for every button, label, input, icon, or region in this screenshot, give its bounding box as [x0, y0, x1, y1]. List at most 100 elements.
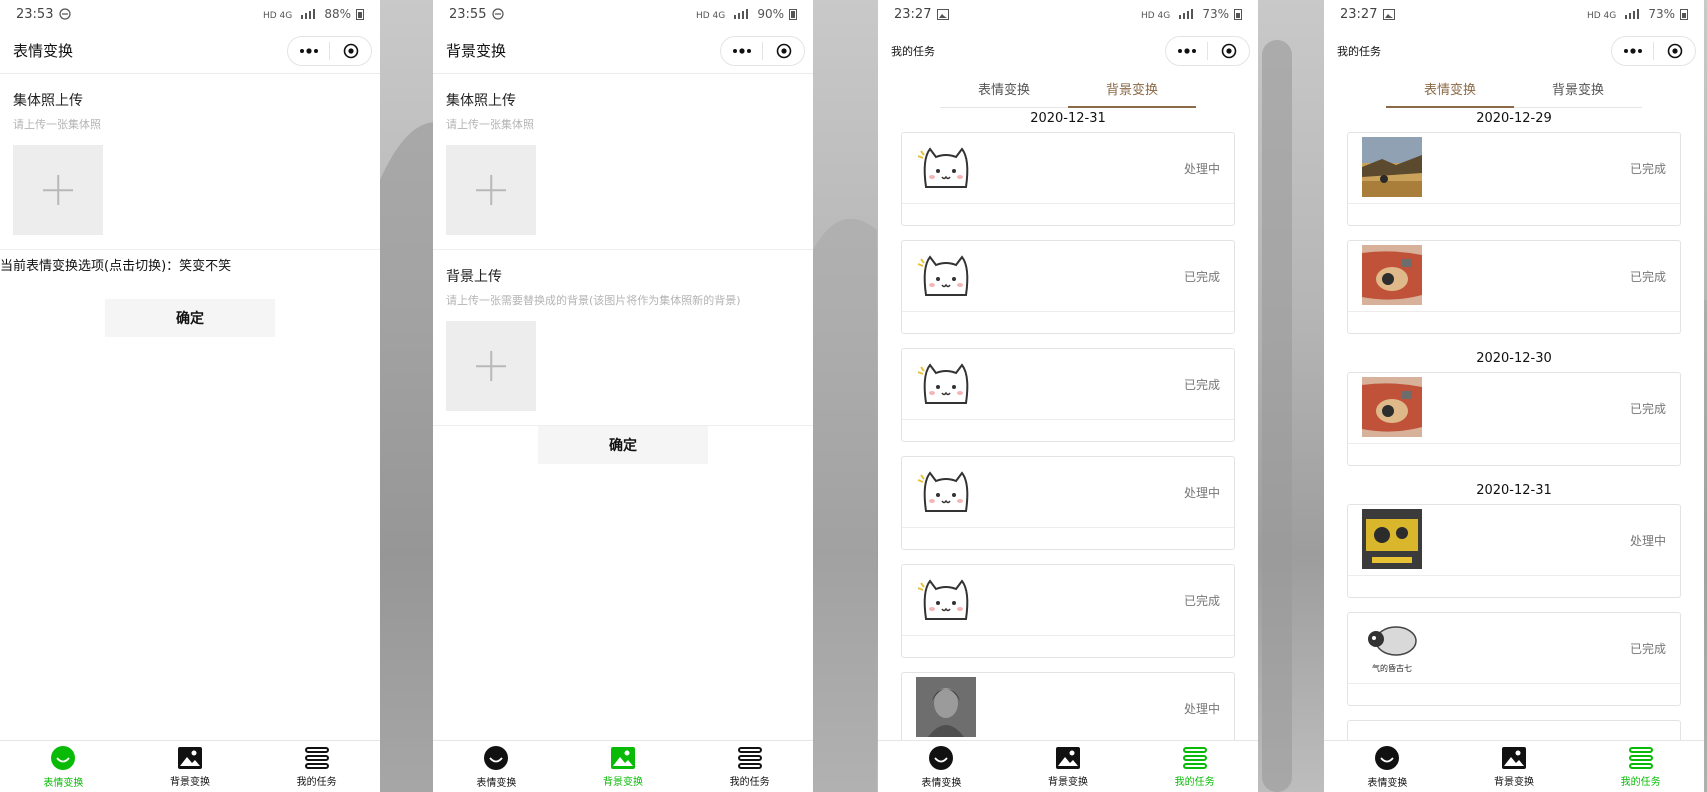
task-card[interactable]: 已完成	[1347, 372, 1681, 466]
tab-label: 我的任务	[1174, 776, 1215, 788]
poster-photo-thumbnail	[1362, 245, 1422, 305]
target-circle-icon	[776, 43, 791, 58]
close-program-button[interactable]	[763, 37, 804, 65]
penguin-sticker-thumbnail: 气的昏古七	[1362, 617, 1422, 677]
svg-text:HD 4G: HD 4G	[263, 11, 292, 20]
image-icon	[1502, 746, 1526, 769]
group-photo-upload-button[interactable]	[13, 145, 103, 235]
status-bar: 23:53 HD 4G 88%	[0, 0, 380, 28]
task-card[interactable]: 已完成	[1347, 240, 1681, 334]
battery-icon	[356, 9, 364, 20]
tab-background-tasks[interactable]: 背景变换	[1514, 78, 1642, 108]
mini-program-capsule	[287, 35, 372, 66]
upload-title: 集体照上传	[13, 93, 83, 109]
status-time: 23:55	[449, 6, 487, 22]
task-card[interactable]: 处理中	[1347, 504, 1681, 598]
bottom-tab-bar: 表情变换 背景变换 我的任务	[0, 740, 380, 792]
tab-my-tasks[interactable]: 我的任务	[686, 741, 813, 792]
yellow-poster-thumbnail	[1362, 509, 1422, 569]
smile-icon	[484, 745, 509, 770]
tab-my-tasks[interactable]: 我的任务	[1577, 741, 1704, 792]
page-title: 我的任务	[1337, 45, 1381, 58]
task-card[interactable]: 已完成	[901, 240, 1235, 334]
more-dots-icon	[299, 47, 318, 54]
tab-expression[interactable]: 表情变换	[878, 741, 1005, 792]
confirm-button[interactable]: 确定	[105, 299, 275, 337]
task-status: 已完成	[1183, 270, 1220, 284]
tab-my-tasks[interactable]: 我的任务	[253, 741, 380, 792]
task-status: 处理中	[1183, 162, 1220, 176]
task-card[interactable]: 已完成	[901, 564, 1235, 658]
more-dots-icon	[1177, 48, 1196, 54]
signal-icons: HD 4G	[696, 9, 749, 20]
task-card[interactable]: 已完成	[1347, 132, 1681, 226]
tab-label: 我的任务	[729, 776, 770, 788]
battery-icon	[1680, 9, 1688, 20]
tab-expression[interactable]: 表情变换	[0, 741, 127, 792]
svg-text:HD 4G: HD 4G	[696, 11, 725, 20]
tab-expression[interactable]: 表情变换	[1324, 741, 1451, 792]
battery-percent: 73%	[1648, 7, 1675, 21]
more-menu-button[interactable]	[288, 37, 329, 65]
task-card[interactable]: 气的昏古七 已完成	[1347, 612, 1681, 706]
navigation-bar: 背景变换	[433, 28, 813, 74]
more-menu-button[interactable]	[1612, 37, 1653, 65]
navigation-bar: 我的任务	[1324, 28, 1704, 74]
tab-label: 表情变换	[1367, 777, 1408, 789]
battery-percent: 90%	[757, 7, 784, 21]
smile-icon	[51, 745, 76, 770]
task-status: 已完成	[1629, 402, 1666, 416]
more-menu-button[interactable]	[1166, 37, 1207, 65]
image-icon	[611, 746, 635, 769]
tab-my-tasks[interactable]: 我的任务	[1131, 741, 1258, 792]
tab-background[interactable]: 背景变换	[560, 741, 687, 792]
more-menu-button[interactable]	[721, 37, 762, 65]
task-card[interactable]: 处理中	[901, 132, 1235, 226]
status-time: 23:27	[894, 6, 932, 22]
page-title: 表情变换	[13, 42, 74, 60]
upload-title: 背景上传	[446, 269, 502, 285]
tab-label: 背景变换	[170, 776, 210, 788]
list-icon	[304, 746, 329, 769]
task-card[interactable]: 已完成	[901, 348, 1235, 442]
close-program-button[interactable]	[330, 37, 371, 65]
page-title: 背景变换	[446, 42, 507, 60]
smile-icon	[929, 745, 954, 770]
tab-expression[interactable]: 表情变换	[433, 741, 560, 792]
task-type-tabs: 表情变换 背景变换	[1324, 74, 1704, 108]
battery-icon	[789, 9, 797, 20]
task-card[interactable]: 处理中	[901, 456, 1235, 550]
tab-expression-tasks[interactable]: 表情变换	[1386, 78, 1514, 108]
gallery-icon	[937, 8, 950, 20]
tab-background[interactable]: 背景变换	[127, 741, 254, 792]
date-header: 2020-12-31	[1030, 111, 1106, 126]
image-icon	[178, 746, 202, 769]
upload-title: 集体照上传	[446, 93, 516, 109]
tab-expression-tasks[interactable]: 表情变换	[940, 78, 1068, 108]
date-header: 2020-12-31	[1476, 483, 1552, 498]
status-time: 23:27	[1340, 6, 1378, 22]
group-photo-upload-button[interactable]	[446, 145, 536, 235]
close-program-button[interactable]	[1208, 37, 1249, 65]
phone-screen-tasks-expression: 23:27 HD 4G 73% 我的任务 表情变换 背景变换 2020-12-2…	[1324, 0, 1704, 792]
confirm-button[interactable]: 确定	[538, 426, 708, 464]
expression-option-toggle[interactable]: 当前表情变换选项(点击切换)：笑变不笑	[0, 250, 380, 279]
background-upload-section: 背景上传 请上传一张需要替换成的背景(该图片将作为集体照新的背景)	[433, 250, 813, 426]
close-program-button[interactable]	[1654, 37, 1695, 65]
tab-background[interactable]: 背景变换	[1451, 741, 1578, 792]
status-bar: 23:27 HD 4G 73%	[1324, 0, 1704, 28]
tab-background-tasks[interactable]: 背景变换	[1068, 78, 1196, 108]
task-status: 处理中	[1183, 702, 1220, 716]
background-upload-button[interactable]	[446, 321, 536, 411]
status-bar: 23:27 HD 4G 73%	[878, 0, 1258, 28]
sticker-caption: 气的昏古七	[1372, 663, 1412, 673]
task-status: 处理中	[1183, 486, 1220, 500]
battery-icon	[1234, 9, 1242, 20]
tab-background[interactable]: 背景变换	[1005, 741, 1132, 792]
bottom-tab-bar: 表情变换 背景变换 我的任务	[1324, 740, 1704, 792]
signal-icons: HD 4G	[1587, 9, 1640, 20]
mini-program-capsule	[1611, 36, 1696, 66]
tab-label: 我的任务	[296, 776, 337, 788]
signal-icons: HD 4G	[263, 9, 316, 20]
page-title: 我的任务	[891, 45, 935, 58]
